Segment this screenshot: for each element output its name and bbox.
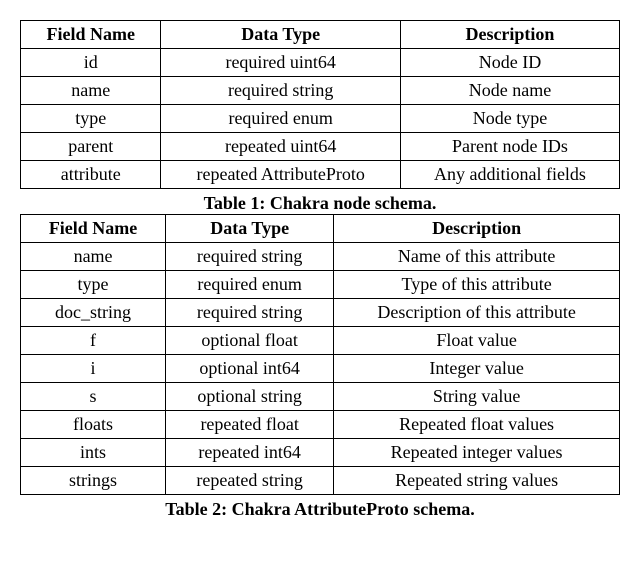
cell-data-type: required enum	[161, 105, 400, 133]
cell-data-type: repeated uint64	[161, 133, 400, 161]
cell-data-type: required string	[166, 299, 334, 327]
table-row: f optional float Float value	[21, 327, 620, 355]
cell-field-name: type	[21, 271, 166, 299]
cell-data-type: repeated string	[166, 467, 334, 495]
cell-data-type: repeated int64	[166, 439, 334, 467]
table-row: doc_string required string Description o…	[21, 299, 620, 327]
cell-data-type: repeated float	[166, 411, 334, 439]
cell-description: Node name	[400, 77, 619, 105]
table-row: type required enum Type of this attribut…	[21, 271, 620, 299]
cell-data-type: optional int64	[166, 355, 334, 383]
cell-field-name: i	[21, 355, 166, 383]
cell-description: String value	[334, 383, 620, 411]
cell-field-name: floats	[21, 411, 166, 439]
table-row: i optional int64 Integer value	[21, 355, 620, 383]
table-row: attribute repeated AttributeProto Any ad…	[21, 161, 620, 189]
cell-field-name: ints	[21, 439, 166, 467]
table-row: parent repeated uint64 Parent node IDs	[21, 133, 620, 161]
table-row: s optional string String value	[21, 383, 620, 411]
cell-description: Parent node IDs	[400, 133, 619, 161]
cell-data-type: optional float	[166, 327, 334, 355]
cell-description: Repeated integer values	[334, 439, 620, 467]
table-1: Field Name Data Type Description id requ…	[20, 20, 620, 189]
cell-description: Node ID	[400, 49, 619, 77]
cell-field-name: f	[21, 327, 166, 355]
cell-description: Name of this attribute	[334, 243, 620, 271]
table-row: name required string Node name	[21, 77, 620, 105]
cell-field-name: id	[21, 49, 161, 77]
cell-description: Node type	[400, 105, 619, 133]
table-row: Field Name Data Type Description	[21, 215, 620, 243]
cell-data-type: required uint64	[161, 49, 400, 77]
cell-data-type: repeated AttributeProto	[161, 161, 400, 189]
table-1-caption: Table 1: Chakra node schema.	[20, 193, 620, 214]
table-row: ints repeated int64 Repeated integer val…	[21, 439, 620, 467]
column-header: Field Name	[21, 215, 166, 243]
cell-description: Integer value	[334, 355, 620, 383]
table-2-caption: Table 2: Chakra AttributeProto schema.	[20, 499, 620, 520]
column-header: Field Name	[21, 21, 161, 49]
cell-field-name: type	[21, 105, 161, 133]
cell-data-type: required enum	[166, 271, 334, 299]
cell-data-type: optional string	[166, 383, 334, 411]
cell-field-name: attribute	[21, 161, 161, 189]
table-row: floats repeated float Repeated float val…	[21, 411, 620, 439]
table-row: name required string Name of this attrib…	[21, 243, 620, 271]
cell-description: Description of this attribute	[334, 299, 620, 327]
table-2: Field Name Data Type Description name re…	[20, 214, 620, 495]
table-row: Field Name Data Type Description	[21, 21, 620, 49]
cell-field-name: name	[21, 243, 166, 271]
column-header: Description	[334, 215, 620, 243]
table-1-container: Field Name Data Type Description id requ…	[20, 20, 620, 214]
cell-field-name: parent	[21, 133, 161, 161]
table-row: type required enum Node type	[21, 105, 620, 133]
cell-description: Type of this attribute	[334, 271, 620, 299]
table-2-container: Field Name Data Type Description name re…	[20, 214, 620, 520]
cell-field-name: strings	[21, 467, 166, 495]
cell-description: Any additional fields	[400, 161, 619, 189]
cell-field-name: s	[21, 383, 166, 411]
cell-field-name: name	[21, 77, 161, 105]
column-header: Data Type	[166, 215, 334, 243]
cell-data-type: required string	[161, 77, 400, 105]
cell-field-name: doc_string	[21, 299, 166, 327]
cell-description: Repeated string values	[334, 467, 620, 495]
column-header: Data Type	[161, 21, 400, 49]
cell-description: Repeated float values	[334, 411, 620, 439]
cell-description: Float value	[334, 327, 620, 355]
table-row: strings repeated string Repeated string …	[21, 467, 620, 495]
column-header: Description	[400, 21, 619, 49]
table-row: id required uint64 Node ID	[21, 49, 620, 77]
cell-data-type: required string	[166, 243, 334, 271]
